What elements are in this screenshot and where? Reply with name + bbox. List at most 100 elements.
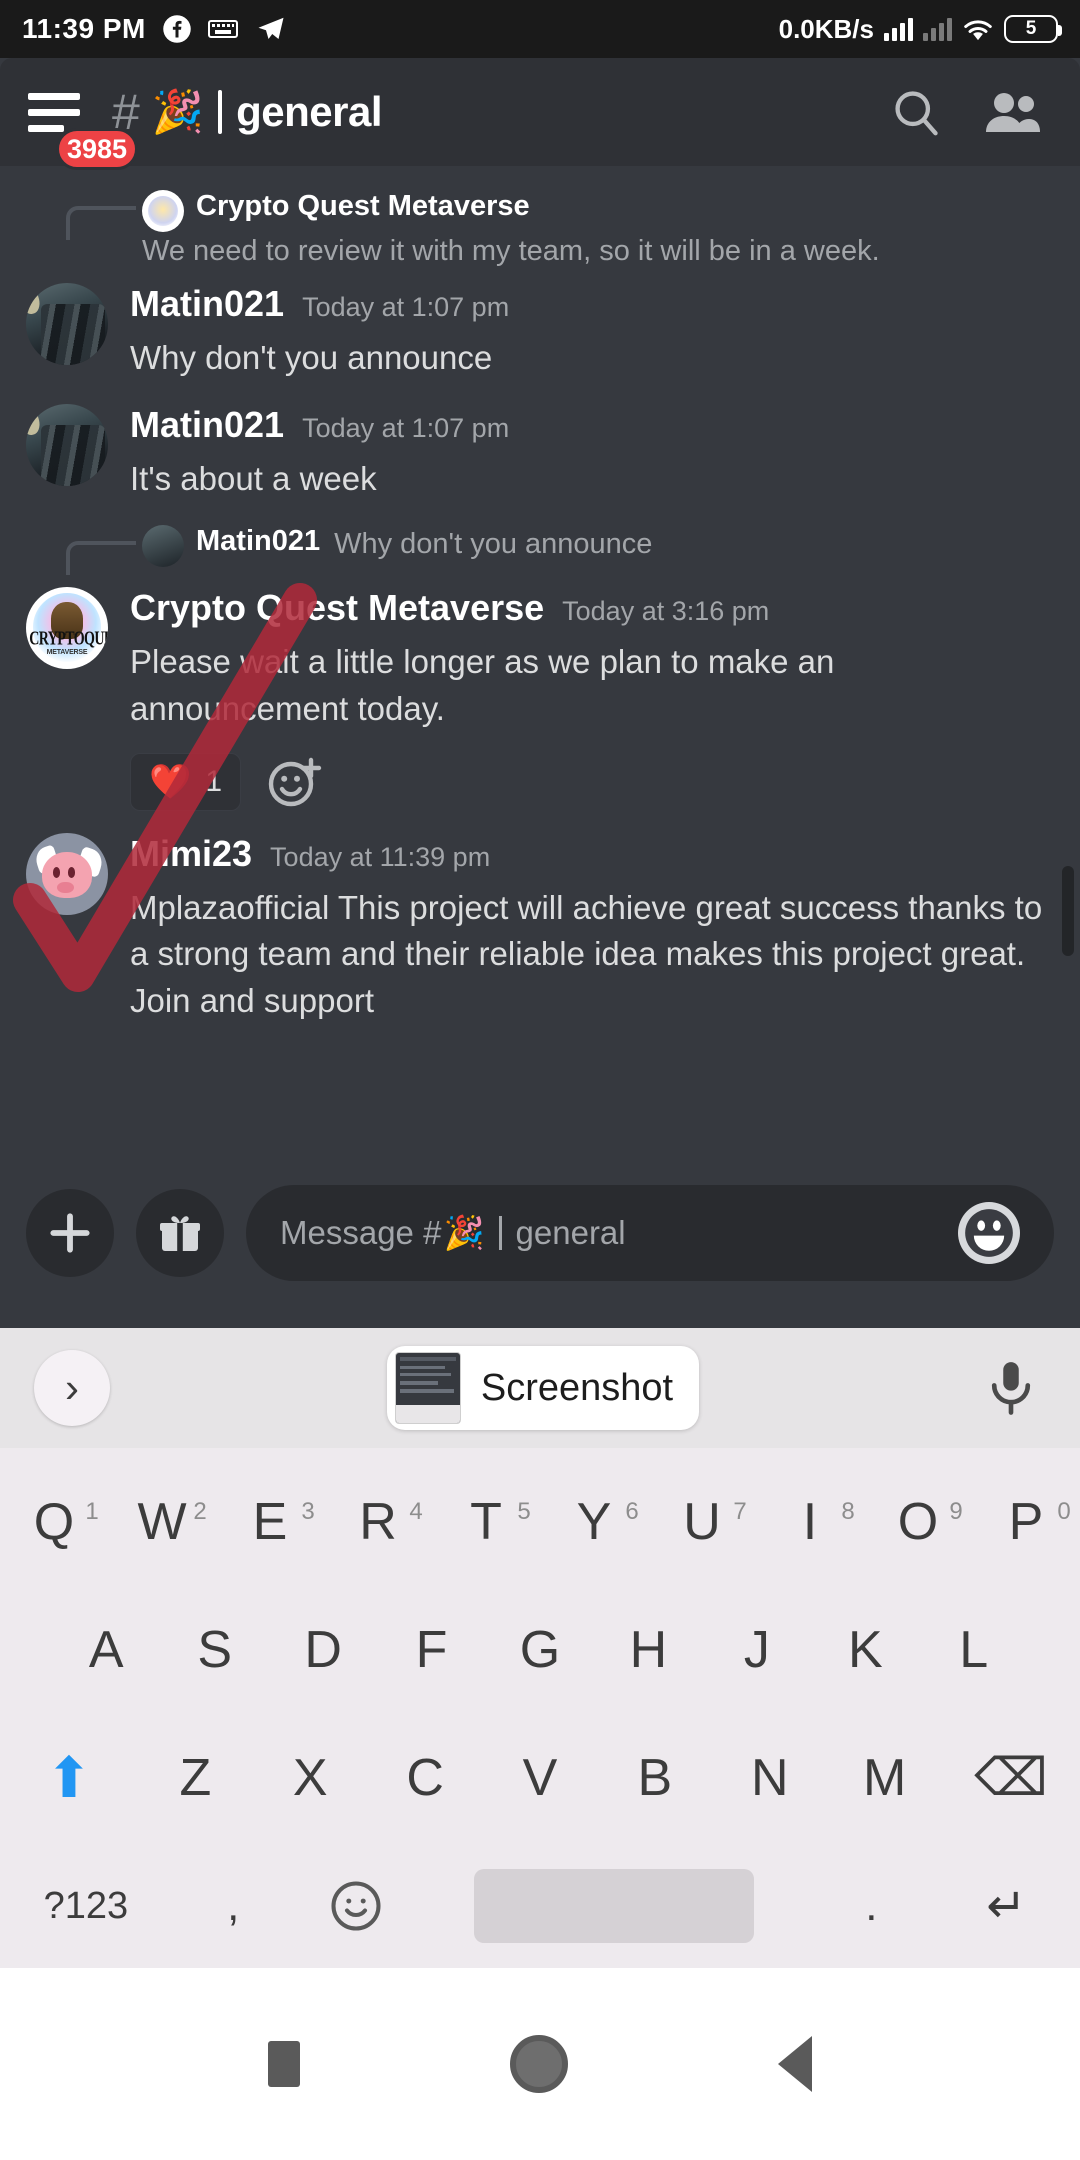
telegram-icon [254,14,288,44]
add-attachment-button[interactable] [26,1189,114,1277]
key-v[interactable]: V [483,1748,598,1808]
key-x[interactable]: X [253,1748,368,1808]
channel-header: 3985 # 🎉 general [0,58,1080,170]
signal-bars-off-icon [923,17,952,41]
soft-keyboard: › Screenshot 1Q 2W 3E 4R 5T 6Y 7U 8I 9 O… [0,1328,1080,1968]
avatar[interactable]: CRYPTOQUESTMETAVERSE [26,586,108,669]
key-i[interactable]: 8I [756,1492,864,1552]
key-u[interactable]: 7U [648,1492,756,1552]
avatar[interactable] [26,832,108,915]
key-num: 2 [193,1498,207,1525]
microphone-icon[interactable] [976,1353,1046,1423]
message-author[interactable]: Matin021 [130,404,284,446]
key-f[interactable]: F [377,1620,485,1680]
message-timestamp: Today at 11:39 pm [270,841,491,872]
message-input[interactable]: Message # 🎉 general [246,1185,1054,1281]
message-head: Crypto Quest Metaverse Today at 3:16 pm [130,587,1054,629]
message-author[interactable]: Mimi23 [130,833,252,875]
home-circle-icon[interactable] [510,2035,568,2093]
key-num: 7 [733,1498,747,1525]
comma-key[interactable]: , [172,1881,295,1931]
add-reaction-icon[interactable] [267,754,323,810]
chevron-right-icon[interactable]: › [34,1350,110,1426]
search-icon[interactable] [890,86,942,138]
period-key[interactable]: . [810,1881,933,1931]
gift-icon[interactable] [136,1189,224,1277]
heart-icon: ❤️ [149,762,192,801]
android-nav-bar [0,1968,1080,2160]
key-label: W [137,1493,187,1551]
space-key[interactable] [417,1869,810,1943]
back-triangle-icon[interactable] [778,2036,812,2092]
backspace-key[interactable]: ⌫ [942,1748,1080,1808]
enter-key[interactable]: ↵ [933,1878,1080,1934]
key-c[interactable]: C [368,1748,483,1808]
message-list[interactable]: Crypto Quest Metaverse We need to review… [0,166,1080,1196]
key-s[interactable]: S [160,1620,268,1680]
message-text: Please wait a little longer as we plan t… [130,642,835,727]
clipboard-thumbnail [394,1352,461,1424]
reaction-bar: ❤️ 1 [130,752,1054,811]
message-head: Matin021 Today at 1:07 pm [130,283,1054,325]
key-num: 1 [85,1498,99,1525]
key-b[interactable]: B [597,1748,712,1808]
emoji-icon[interactable] [958,1202,1020,1264]
shift-key[interactable]: ⬆ [0,1745,138,1811]
key-num: 0 [1057,1498,1071,1525]
key-q[interactable]: 1Q [0,1492,108,1552]
key-k[interactable]: K [811,1620,919,1680]
clipboard-suggestion-chip[interactable]: Screenshot [386,1346,700,1430]
key-h[interactable]: H [594,1620,702,1680]
reply-body: Crypto Quest Metaverse We need to review… [142,188,1054,271]
status-time: 11:39 PM [22,13,146,44]
placeholder-prefix: Message # [280,1214,442,1251]
key-num: 3 [301,1498,315,1525]
message-timestamp: Today at 1:07 pm [302,292,510,323]
key-label: E [252,1493,288,1551]
key-a[interactable]: A [52,1620,160,1680]
keyboard-row-3: ⬆ Z X C V B N M ⌫ [0,1714,1080,1842]
key-d[interactable]: D [269,1620,377,1680]
message-item[interactable]: Matin021 Today at 1:07 pm It's about a w… [0,392,1080,513]
key-o[interactable]: 9O [864,1492,972,1552]
keyboard-row-1: 1Q 2W 3E 4R 5T 6Y 7U 8I 9O 0P [0,1458,1080,1586]
recents-square-icon[interactable] [268,2041,300,2087]
key-y[interactable]: 6Y [540,1492,648,1552]
key-g[interactable]: G [486,1620,594,1680]
key-w[interactable]: 2W [108,1492,216,1552]
reply-context[interactable]: Crypto Quest Metaverse We need to review… [0,178,1080,271]
key-num: 6 [625,1498,639,1525]
placeholder-emoji: 🎉 [443,1213,485,1251]
message-text: Mplazaofficial This project will achieve… [130,888,1043,1020]
message-timestamp: Today at 1:07 pm [302,413,510,443]
message-item[interactable]: Mimi23 Today at 11:39 pm Mplazaofficial … [0,821,1080,1036]
key-n[interactable]: N [712,1748,827,1808]
message-head: Mimi23 Today at 11:39 pm [130,833,1054,875]
members-icon[interactable] [984,86,1040,138]
message-item[interactable]: CRYPTOQUESTMETAVERSE Crypto Quest Metave… [0,575,1080,821]
key-e[interactable]: 3E [216,1492,324,1552]
clipboard-label: Screenshot [480,1366,674,1409]
key-z[interactable]: Z [138,1748,253,1808]
status-bar: 11:39 PM 0.0KB/s 5 [0,0,1080,58]
reply-preview: We need to review it with my team, so it… [142,235,880,267]
message-author[interactable]: Matin021 [130,283,284,325]
key-j[interactable]: J [703,1620,811,1680]
reply-context[interactable]: Matin021 Why don't you announce [0,513,1080,575]
emoji-key-icon[interactable] [295,1879,418,1933]
key-num: 5 [517,1498,531,1525]
scrollbar-thumb[interactable] [1062,866,1074,956]
key-r[interactable]: 4R [324,1492,432,1552]
reaction-heart[interactable]: ❤️ 1 [130,752,242,811]
key-m[interactable]: M [827,1748,942,1808]
avatar[interactable] [26,404,108,486]
avatar[interactable] [26,283,108,366]
menu-hamburger-icon[interactable]: 3985 [28,82,139,170]
key-l[interactable]: L [920,1620,1028,1680]
message-item[interactable]: Matin021 Today at 1:07 pm Why don't you … [0,271,1080,392]
discord-app: 3985 # 🎉 general Crypto Quest Metaverse … [0,58,1080,1328]
message-author[interactable]: Crypto Quest Metaverse [130,587,544,629]
symbols-key[interactable]: ?123 [0,1885,172,1928]
key-p[interactable]: 0P [972,1492,1080,1552]
key-t[interactable]: 5T [432,1492,540,1552]
